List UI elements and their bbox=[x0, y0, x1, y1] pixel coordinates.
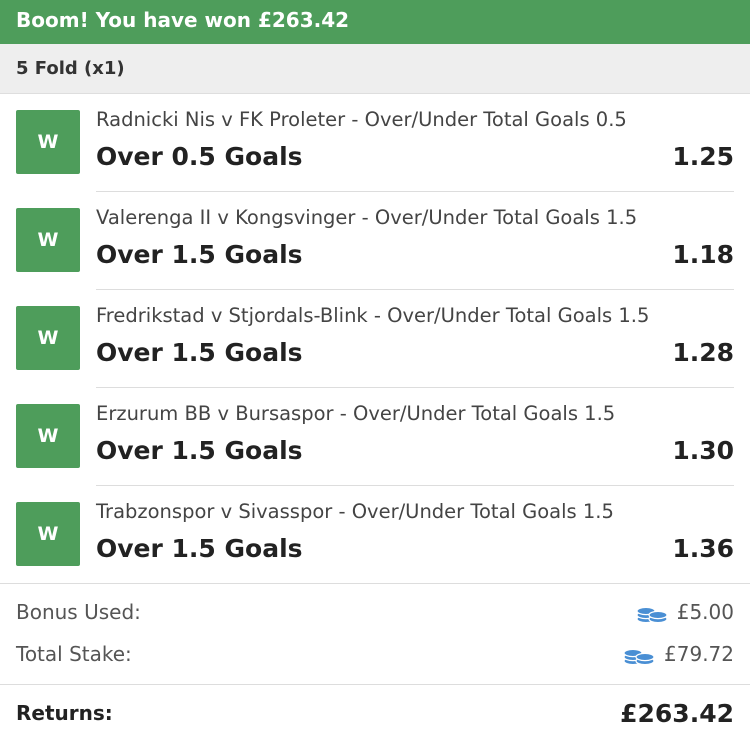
bet-leg: W Radnicki Nis v FK Proleter - Over/Unde… bbox=[0, 94, 750, 192]
stake-value: £79.72 bbox=[664, 642, 734, 666]
result-badge: W bbox=[16, 404, 80, 468]
result-badge: W bbox=[16, 110, 80, 174]
bet-type-header: 5 Fold (x1) bbox=[0, 44, 750, 94]
selection-odds: 1.18 bbox=[672, 240, 734, 269]
result-badge: W bbox=[16, 208, 80, 272]
bonus-value-group: £5.00 bbox=[635, 600, 734, 624]
bet-leg: W Erzurum BB v Bursaspor - Over/Under To… bbox=[0, 388, 750, 486]
market-description: Erzurum BB v Bursaspor - Over/Under Tota… bbox=[96, 402, 616, 425]
bet-leg: W Fredrikstad v Stjordals-Blink - Over/U… bbox=[0, 290, 750, 388]
bonus-row: Bonus Used: £5.00 bbox=[0, 586, 750, 628]
returns-row: Returns: £263.42 bbox=[0, 684, 750, 732]
market-description: Fredrikstad v Stjordals-Blink - Over/Und… bbox=[96, 304, 650, 327]
coins-icon bbox=[623, 648, 655, 666]
market-description: Valerenga II v Kongsvinger - Over/Under … bbox=[96, 206, 638, 229]
market-description: Radnicki Nis v FK Proleter - Over/Under … bbox=[96, 108, 627, 131]
bet-legs-list: W Radnicki Nis v FK Proleter - Over/Unde… bbox=[0, 94, 750, 584]
coins-icon bbox=[636, 606, 668, 624]
win-banner: Boom! You have won £263.42 bbox=[0, 0, 750, 44]
selection-name: Over 1.5 Goals bbox=[96, 338, 303, 367]
result-badge: W bbox=[16, 502, 80, 566]
selection-name: Over 1.5 Goals bbox=[96, 436, 303, 465]
returns-value: £263.42 bbox=[620, 699, 734, 728]
stake-label: Total Stake: bbox=[16, 642, 132, 666]
selection-odds: 1.30 bbox=[672, 436, 734, 465]
bet-leg: W Trabzonspor v Sivasspor - Over/Under T… bbox=[0, 486, 750, 584]
stake-row: Total Stake: £79.72 bbox=[0, 628, 750, 670]
selection-name: Over 1.5 Goals bbox=[96, 240, 303, 269]
bonus-label: Bonus Used: bbox=[16, 600, 141, 624]
bet-leg: W Valerenga II v Kongsvinger - Over/Unde… bbox=[0, 192, 750, 290]
returns-label: Returns: bbox=[16, 701, 113, 725]
selection-odds: 1.36 bbox=[672, 534, 734, 563]
bonus-value: £5.00 bbox=[676, 600, 734, 624]
bet-summary: Bonus Used: £5.00 Total Stake: £79.72 bbox=[0, 586, 750, 670]
selection-odds: 1.25 bbox=[672, 142, 734, 171]
stake-value-group: £79.72 bbox=[622, 642, 734, 666]
selection-odds: 1.28 bbox=[672, 338, 734, 367]
result-badge: W bbox=[16, 306, 80, 370]
selection-name: Over 1.5 Goals bbox=[96, 534, 303, 563]
market-description: Trabzonspor v Sivasspor - Over/Under Tot… bbox=[96, 500, 614, 523]
selection-name: Over 0.5 Goals bbox=[96, 142, 303, 171]
